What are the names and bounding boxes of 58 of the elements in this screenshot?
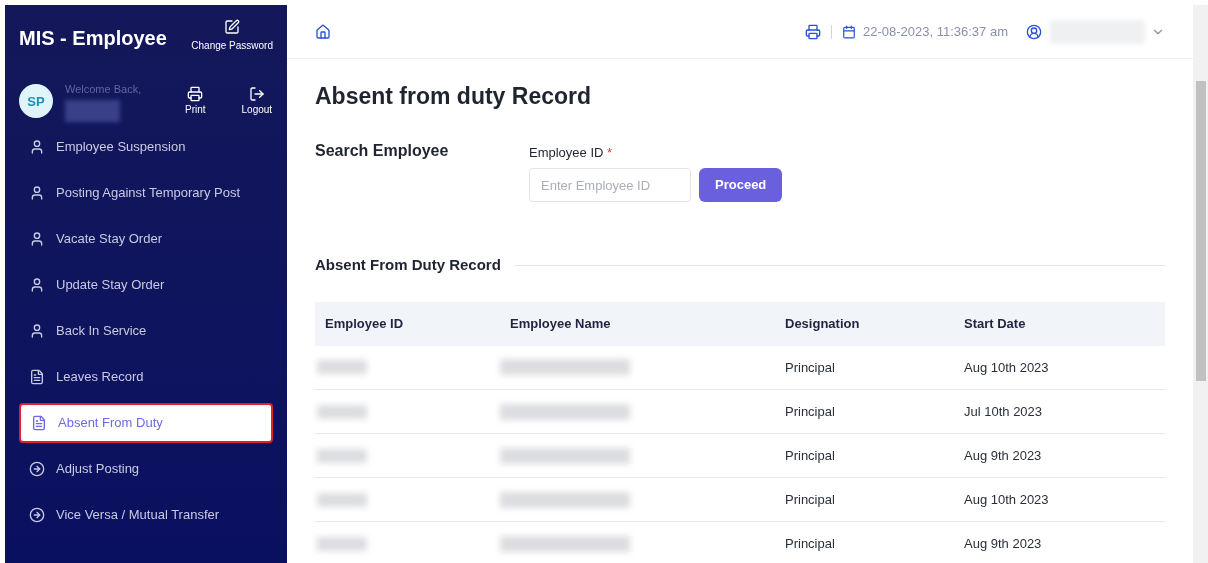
page-title: Absent from duty Record bbox=[315, 82, 593, 111]
user-icon[interactable] bbox=[1026, 23, 1042, 40]
table-cell: Principal bbox=[775, 477, 954, 522]
welcome-text: Welcome Back, bbox=[65, 82, 143, 97]
redacted-text bbox=[317, 536, 367, 551]
table-cell: Aug 9th 2023 bbox=[954, 433, 1165, 478]
sidebar-item[interactable]: Back In Service bbox=[19, 310, 273, 351]
printer-icon[interactable] bbox=[804, 23, 821, 40]
column-header: Employee Name bbox=[500, 301, 775, 346]
table-cell: Aug 10th 2023 bbox=[954, 477, 1165, 522]
redacted-name bbox=[65, 99, 120, 122]
sidebar-item[interactable]: Vice Versa / Mutual Transfer bbox=[19, 494, 273, 535]
sidebar-item[interactable]: Posting Against Temporary Post bbox=[19, 172, 273, 213]
date-time: 22-08-2023, 11:36:37 am bbox=[862, 22, 1008, 41]
edit-icon bbox=[224, 19, 241, 35]
logout-button[interactable]: Logout bbox=[241, 85, 273, 117]
avatar: SP bbox=[19, 84, 53, 119]
person-icon bbox=[29, 138, 45, 155]
app-title: MIS - Employee bbox=[19, 26, 167, 51]
person-icon bbox=[29, 322, 45, 339]
column-header: Start Date bbox=[954, 301, 1165, 346]
section-heading: Absent From Duty Record bbox=[315, 255, 501, 275]
document-icon bbox=[29, 368, 45, 385]
arrow-circle-icon bbox=[29, 506, 45, 523]
calendar-icon bbox=[841, 24, 856, 39]
person-icon bbox=[29, 184, 45, 201]
redacted-text bbox=[317, 492, 367, 507]
employee-id-field[interactable]: Enter Employee ID bbox=[529, 168, 691, 202]
sidebar-item[interactable]: Leaves Record bbox=[19, 356, 273, 397]
table-cell: Principal bbox=[775, 433, 954, 478]
person-icon bbox=[29, 230, 45, 247]
redacted-text bbox=[317, 404, 367, 419]
document-icon bbox=[31, 414, 47, 431]
column-header: Employee ID bbox=[315, 301, 500, 346]
arrow-circle-icon bbox=[29, 460, 45, 477]
table-cell: Principal bbox=[775, 345, 954, 390]
home-icon[interactable] bbox=[315, 23, 331, 40]
redacted-text bbox=[317, 360, 367, 375]
sidebar-item[interactable]: Adjust Posting bbox=[19, 448, 273, 489]
change-password-button[interactable]: Change Password bbox=[191, 19, 273, 53]
person-icon bbox=[29, 276, 45, 293]
logout-icon bbox=[248, 85, 265, 102]
print-button[interactable]: Print bbox=[185, 85, 206, 117]
redacted-text bbox=[317, 448, 367, 463]
field-label: Employee ID * bbox=[529, 143, 614, 162]
table-cell: Principal bbox=[775, 389, 954, 434]
proceed-button[interactable]: Proceed bbox=[699, 168, 783, 202]
table-cell: Jul 10th 2023 bbox=[954, 389, 1165, 434]
table-cell: Aug 10th 2023 bbox=[954, 345, 1165, 390]
table-cell: Aug 9th 2023 bbox=[954, 521, 1165, 563]
sidebar-item[interactable]: Vacate Stay Order bbox=[19, 218, 273, 259]
sidebar-item[interactable]: Employee Suspension bbox=[19, 126, 273, 167]
sidebar-item[interactable]: Absent From Duty bbox=[19, 402, 273, 443]
column-header: Designation bbox=[775, 301, 954, 346]
search-heading: Search Employee bbox=[315, 140, 450, 161]
table-cell: Principal bbox=[775, 521, 954, 563]
printer-icon bbox=[187, 85, 204, 102]
sidebar-item[interactable]: Update Stay Order bbox=[19, 264, 273, 305]
